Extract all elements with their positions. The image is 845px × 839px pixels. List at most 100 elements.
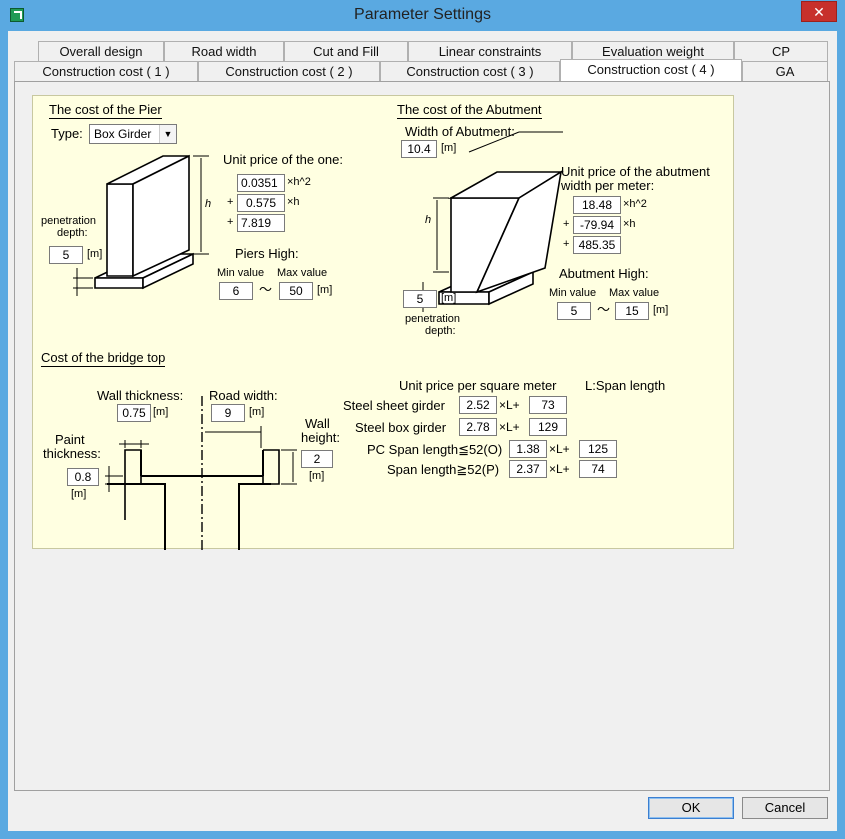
ok-button[interactable]: OK xyxy=(648,797,734,819)
title-bar[interactable]: Parameter Settings ✕ xyxy=(0,0,845,31)
span-ge52-b-input[interactable]: 74 xyxy=(579,460,617,478)
abutment-coef-b-input[interactable]: -79.94 xyxy=(573,216,621,234)
span-ge52-a-input[interactable]: 2.37 xyxy=(509,460,547,478)
tab-linear-constraints[interactable]: Linear constraints xyxy=(408,41,572,61)
cancel-button[interactable]: Cancel xyxy=(742,797,828,819)
unit-price-sqm-label: Unit price per square meter xyxy=(399,378,557,393)
steel-box-girder-label: Steel box girder xyxy=(355,420,447,435)
wall-height-input[interactable]: 2 xyxy=(301,450,333,468)
chevron-down-icon[interactable]: ▼ xyxy=(159,125,176,143)
pier-max-label: Max value xyxy=(277,267,328,279)
pier-penetration-input[interactable]: 5 xyxy=(49,246,83,264)
abutment-unit-price-label-2: width per meter: xyxy=(561,178,655,193)
steel-sheet-girder-b-input[interactable]: 73 xyxy=(529,396,567,414)
tab-construction-cost-4[interactable]: Construction cost ( 4 ) xyxy=(560,59,742,81)
tab-evaluation-weight[interactable]: Evaluation weight xyxy=(572,41,734,61)
abutment-coef-c-input[interactable]: 485.35 xyxy=(573,236,621,254)
pier-coef-b-input[interactable]: 0.575 xyxy=(237,194,285,212)
road-width-unit: [m] xyxy=(249,406,265,418)
pier-type-select[interactable]: Box Girder ▼ xyxy=(89,124,177,144)
pier-plus-1: + xyxy=(227,196,234,208)
tab-cut-and-fill[interactable]: Cut and Fill xyxy=(284,41,408,61)
pc-span-le52-b-input[interactable]: 125 xyxy=(579,440,617,458)
tab-ga[interactable]: GA xyxy=(742,61,828,81)
tab-construction-cost-3[interactable]: Construction cost ( 3 ) xyxy=(380,61,560,81)
abutment-penetration-input[interactable]: 5 xyxy=(403,290,437,308)
abutment-min-label: Min value xyxy=(549,287,597,299)
steel-box-girder-b-input[interactable]: 129 xyxy=(529,418,567,436)
paint-thickness-label-1: Paint xyxy=(55,432,85,447)
steel-box-girder-a-input[interactable]: 2.78 xyxy=(459,418,497,436)
piers-high-label: Piers High: xyxy=(235,246,299,261)
pier-min-label: Min value xyxy=(217,267,265,279)
tab-road-width[interactable]: Road width xyxy=(164,41,284,61)
pier-coef-a-input[interactable]: 0.0351 xyxy=(237,174,285,192)
pier-h-label: h xyxy=(205,198,212,210)
abutment-unit-price-label-1: Unit price of the abutment xyxy=(561,164,710,179)
pier-term-h2: ×h^2 xyxy=(287,176,311,188)
steel-box-girder-times: ×L+ xyxy=(499,420,520,434)
pier-plus-2: + xyxy=(227,216,234,228)
pc-span-le52-label: PC Span length≦52(O) xyxy=(367,442,503,457)
pier-penetration-unit: [m] xyxy=(87,248,103,260)
window-title: Parameter Settings xyxy=(354,6,491,23)
pier-min-input[interactable]: 6 xyxy=(219,282,253,300)
abutment-term-h: ×h xyxy=(623,218,636,230)
dialog-window: Parameter Settings ✕ Overall design Road… xyxy=(0,0,845,839)
tab-cp[interactable]: CP xyxy=(734,41,828,61)
abutment-width-unit: [m] xyxy=(441,142,457,154)
pier-penetration-label-2: depth: xyxy=(57,227,88,239)
pier-type-value: Box Girder xyxy=(94,127,152,141)
pc-span-le52-a-input[interactable]: 1.38 xyxy=(509,440,547,458)
abutment-h-label: h xyxy=(425,214,432,226)
tab-construction-cost-1[interactable]: Construction cost ( 1 ) xyxy=(14,61,198,81)
pc-span-le52-times: ×L+ xyxy=(549,442,570,456)
abutment-width-input[interactable]: 10.4 xyxy=(401,140,437,158)
wall-thickness-label: Wall thickness: xyxy=(97,388,184,403)
tab-construction-cost-2[interactable]: Construction cost ( 2 ) xyxy=(198,61,380,81)
abutment-plus-2: + xyxy=(563,238,570,250)
road-width-label: Road width: xyxy=(209,388,278,403)
abutment-high-label: Abutment High: xyxy=(559,266,649,281)
close-button[interactable]: ✕ xyxy=(801,1,837,22)
pier-high-unit: [m] xyxy=(317,284,333,296)
pier-max-input[interactable]: 50 xyxy=(279,282,313,300)
abutment-penetration-label-2: depth: xyxy=(425,325,456,337)
paint-thickness-label-2: thickness: xyxy=(43,446,101,461)
paint-thickness-input[interactable]: 0.8 xyxy=(67,468,99,486)
road-width-input[interactable]: 9 xyxy=(211,404,245,422)
abutment-range-tilde: 〜 xyxy=(597,302,611,317)
wall-height-label-2: height: xyxy=(301,430,341,445)
abutment-penetration-unit: [m] xyxy=(441,292,457,304)
wall-height-label-1: Wall xyxy=(305,416,330,431)
span-ge52-label: Span length≧52(P) xyxy=(387,462,500,477)
abutment-plus-1: + xyxy=(563,218,570,230)
abutment-term-h2: ×h^2 xyxy=(623,198,647,210)
bridge-top-heading: Cost of the bridge top xyxy=(41,350,166,367)
pier-coef-c-input[interactable]: 7.819 xyxy=(237,214,285,232)
wall-thickness-unit: [m] xyxy=(153,406,169,418)
wall-height-unit: [m] xyxy=(309,470,325,482)
steel-sheet-girder-a-input[interactable]: 2.52 xyxy=(459,396,497,414)
abutment-drawing xyxy=(417,131,564,312)
pier-unit-price-label: Unit price of the one: xyxy=(223,152,343,167)
abutment-heading: The cost of the Abutment xyxy=(397,102,542,119)
abutment-min-input[interactable]: 5 xyxy=(557,302,591,320)
cost-parameters-panel: The cost of the Pier Type: Box Girder ▼ … xyxy=(32,95,734,550)
pier-heading: The cost of the Pier xyxy=(49,102,162,119)
abutment-coef-a-input[interactable]: 18.48 xyxy=(573,196,621,214)
abutment-width-label: Width of Abutment: xyxy=(405,124,515,139)
paint-thickness-unit: [m] xyxy=(71,488,87,500)
tab-overall-design[interactable]: Overall design xyxy=(38,41,164,61)
client-area: Overall design Road width Cut and Fill L… xyxy=(8,31,837,831)
abutment-high-unit: [m] xyxy=(653,304,669,316)
steel-sheet-girder-times: ×L+ xyxy=(499,398,520,412)
abutment-max-input[interactable]: 15 xyxy=(615,302,649,320)
pier-term-h: ×h xyxy=(287,196,300,208)
span-length-note: L:Span length xyxy=(585,378,666,393)
abutment-max-label: Max value xyxy=(609,287,660,299)
span-ge52-times: ×L+ xyxy=(549,462,570,476)
pier-range-tilde: 〜 xyxy=(259,282,273,297)
wall-thickness-input[interactable]: 0.75 xyxy=(117,404,151,422)
steel-sheet-girder-label: Steel sheet girder xyxy=(343,398,445,413)
